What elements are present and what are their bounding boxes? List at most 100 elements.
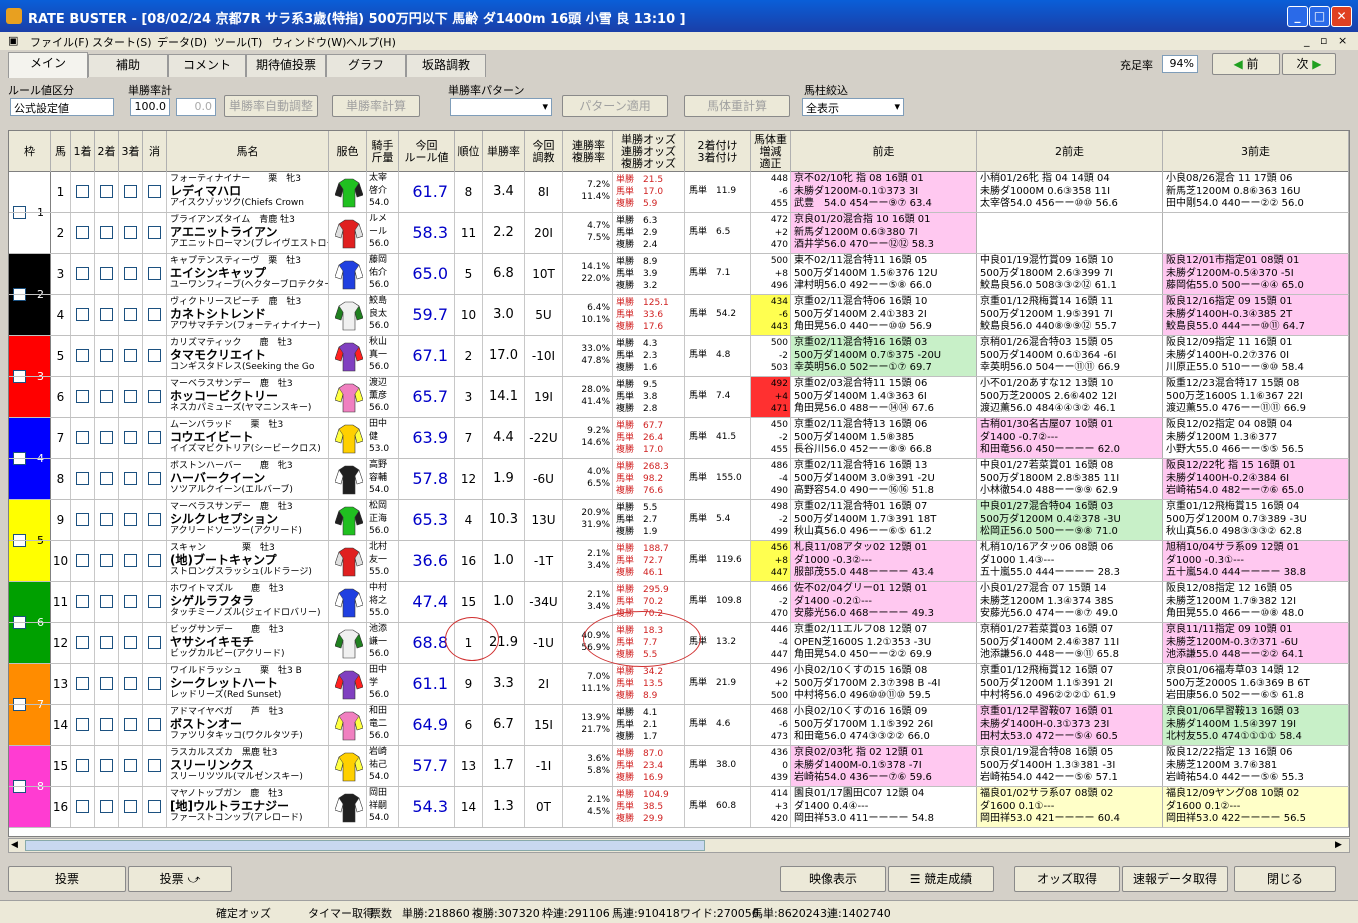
get-flash-data-button[interactable]: 速報データ取得 [1122, 866, 1228, 892]
winrate-input-2[interactable]: 0.0 [176, 98, 216, 116]
table-row[interactable]: 2 ブライアンズタイム 青鹿 牡3 アエニットライアン アエニットローマン(ブレイヴエ… [9, 213, 1349, 254]
first-place-checkbox[interactable] [76, 267, 89, 280]
header-cell[interactable]: 2前走 [977, 131, 1163, 172]
exclude-checkbox[interactable] [148, 308, 161, 321]
table-row[interactable]: 14 アドマイヤベガ 芦 牡3 ボストンオー ファツリタキッコ(ワクルタツチ) 和田 竜… [9, 705, 1349, 746]
third-place-checkbox[interactable] [124, 800, 137, 813]
table-row[interactable]: 13 ワイルドラッシュ 栗 牡3 B シークレットハート レッドリーズ(Red Sun… [9, 664, 1349, 705]
menu-window[interactable]: ウィンドウ(W) [272, 34, 346, 50]
previous-race-3[interactable]: 旭稍10/04サラ系09 12頭 01 ダ1000 -0.3①--- 五十嵐54… [1163, 541, 1349, 581]
first-place-checkbox[interactable] [76, 636, 89, 649]
previous-race-3[interactable]: 阪良12/09指定 11 16頭 01 未勝ダ1400H-0.2⑦376 0I … [1163, 336, 1349, 376]
header-cell[interactable]: 3前走 [1163, 131, 1349, 172]
previous-race-3[interactable]: 京重01/12飛梅賞15 16頭 04 500万ダ1200M 0.7③389 -… [1163, 500, 1349, 540]
previous-race-2[interactable]: 札稍10/16アタッ06 08頭 06 ダ1000 1.4③--- 五十嵐55.… [977, 541, 1163, 581]
exclude-checkbox[interactable] [148, 349, 161, 362]
first-place-checkbox[interactable] [76, 226, 89, 239]
third-place-checkbox[interactable] [124, 308, 137, 321]
horse-name[interactable]: コウエイビート [170, 430, 328, 444]
table-row[interactable]: 3 キャプテンスティーヴ 栗 牡3 エイシンキャップ ユーワンフィーブ(ヘクターブロテ… [9, 254, 1349, 295]
second-place-checkbox[interactable] [100, 185, 113, 198]
table-row[interactable]: 9 マーベラスサンデー 鹿 牡3 シルクレセプション アクリードソーツー(アクリード)… [9, 500, 1349, 541]
header-cell[interactable]: 連勝率 複勝率 [565, 131, 613, 172]
previous-race-2[interactable]: 京重01/12早習鞍07 16頭 01 未勝ダ1400H-0.3①373 23I… [977, 705, 1163, 745]
vote-button[interactable]: 投票 [8, 866, 126, 892]
third-place-checkbox[interactable] [124, 513, 137, 526]
race-results-button[interactable]: ☰ 競走成績 [888, 866, 994, 892]
previous-race-1[interactable]: 京重02/11混合特16 16頭 13 500万ダ1400M 3.0⑨391 -… [791, 459, 977, 499]
previous-race-2[interactable]: 小不01/20あすな12 13頭 10 500万芝2000S 2.6⑥402 1… [977, 377, 1163, 417]
scroll-right-icon[interactable]: ▶ [1335, 840, 1347, 851]
header-cell[interactable]: 枠 [9, 131, 51, 172]
previous-race-3[interactable]: 小良08/26混合 11 17頭 06 新馬芝1200M 0.8⑥363 16U… [1163, 172, 1349, 212]
close-window-button[interactable]: ✕ [1331, 6, 1352, 27]
second-place-checkbox[interactable] [100, 472, 113, 485]
third-place-checkbox[interactable] [124, 595, 137, 608]
horse-name[interactable]: ボストンオー [170, 717, 328, 731]
previous-race-2[interactable]: 福良01/02サラ系07 08頭 02 ダ1600 0.1①--- 岡田祥53.… [977, 787, 1163, 827]
horse-name-cell[interactable]: アドマイヤベガ 芦 牡3 ボストンオー ファツリタキッコ(ワクルタツチ) [167, 705, 329, 745]
previous-race-2[interactable]: 京良01/19混合特08 16頭 05 500万ダ1400H 1.3③381 -… [977, 746, 1163, 786]
header-cell[interactable]: 2着 [95, 131, 119, 172]
previous-race-3[interactable]: 阪良12/02指定 04 08頭 04 未勝ダ1200M 1.3⑥377 小野大… [1163, 418, 1349, 458]
close-button[interactable]: 閉じる [1234, 866, 1336, 892]
header-cell[interactable]: 消 [143, 131, 167, 172]
first-place-checkbox[interactable] [76, 718, 89, 731]
mdi-minimize-icon[interactable]: _ [1304, 34, 1310, 47]
header-cell[interactable]: 単勝オッズ 連勝オッズ 複勝オッズ [613, 131, 685, 172]
previous-race-1[interactable]: 札良11/08アタッ02 12頭 01 ダ1000 -0.3②--- 服部茂55… [791, 541, 977, 581]
horse-name[interactable]: ホッコービクトリー [170, 389, 328, 403]
previous-race-1[interactable]: 京重02/03混合特11 15頭 06 500万ダ1400M 1.4③363 6… [791, 377, 977, 417]
second-place-checkbox[interactable] [100, 800, 113, 813]
third-place-checkbox[interactable] [124, 472, 137, 485]
horse-name-cell[interactable]: フォーティナイナー 栗 牝3 レディマハロ アイスクゾッツク(Chiefs Crow… [167, 172, 329, 212]
previous-race-1[interactable]: 京重02/11混合特06 16頭 10 500万ダ1400M 2.4①383 2… [791, 295, 977, 335]
previous-race-2[interactable]: 京稍01/26混合特03 15頭 05 500万ダ1400M 0.6①364 -… [977, 336, 1163, 376]
first-place-checkbox[interactable] [76, 677, 89, 690]
previous-race-2[interactable]: 京重01/12飛梅賞14 16頭 11 500万ダ1200M 1.9⑤391 7… [977, 295, 1163, 335]
third-place-checkbox[interactable] [124, 390, 137, 403]
previous-race-1[interactable]: 京重02/11混合特01 16頭 07 500万ダ1400M 1.7③391 1… [791, 500, 977, 540]
menu-tools[interactable]: ツール(T) [214, 34, 262, 50]
horse-name[interactable]: シークレットハート [170, 676, 328, 690]
previous-race-3[interactable]: 阪良12/08指定 12 16頭 05 未勝芝1200M 1.7⑨382 12I… [1163, 582, 1349, 622]
horse-name-cell[interactable]: ヴィクトリースピーチ 鹿 牡3 カネトシトレンド アワサマチテン(フォーティナイナー… [167, 295, 329, 335]
weight-calc-button[interactable]: 馬体重計算 [684, 95, 790, 117]
table-row[interactable]: 8 ボストンハーバー 鹿 牝3 ハーバークイーン ソツアルクイーン(エルバーブ) 高野 … [9, 459, 1349, 500]
horse-name[interactable]: (地)ブートキャンプ [170, 553, 328, 567]
tab-slope-training[interactable]: 坂路調教 [406, 54, 486, 77]
first-place-checkbox[interactable] [76, 185, 89, 198]
horse-name-cell[interactable]: マヤノトップガン 鹿 牡3 [地]ウルトラエナジー ファーストコンップ(アレロード) [167, 787, 329, 827]
second-place-checkbox[interactable] [100, 759, 113, 772]
exclude-checkbox[interactable] [148, 185, 161, 198]
exclude-checkbox[interactable] [148, 759, 161, 772]
second-place-checkbox[interactable] [100, 349, 113, 362]
app-menu-icon[interactable]: ▣ [8, 34, 18, 47]
previous-race-1[interactable]: 京重02/11混合特13 16頭 06 500万ダ1400M 1.5⑧385 長… [791, 418, 977, 458]
header-cell[interactable]: 2着付け 3着付け [685, 131, 751, 172]
menu-help[interactable]: ヘルプ(H) [346, 34, 396, 50]
third-place-checkbox[interactable] [124, 636, 137, 649]
winrate-input[interactable]: 100.0 [130, 98, 170, 116]
previous-race-3[interactable]: 京良01/06福寿草03 14頭 12 500万芝2000S 1.6③369 B… [1163, 664, 1349, 704]
video-button[interactable]: 映像表示 [780, 866, 886, 892]
third-place-checkbox[interactable] [124, 677, 137, 690]
second-place-checkbox[interactable] [100, 636, 113, 649]
second-place-checkbox[interactable] [100, 226, 113, 239]
first-place-checkbox[interactable] [76, 513, 89, 526]
exclude-checkbox[interactable] [148, 677, 161, 690]
horse-name-cell[interactable]: キャプテンスティーヴ 栗 牡3 エイシンキャップ ユーワンフィーブ(ヘクターブロテク… [167, 254, 329, 294]
exclude-checkbox[interactable] [148, 718, 161, 731]
previous-race-1[interactable]: 京重02/11混合特16 16頭 03 500万ダ1400M 0.7⑤375 -… [791, 336, 977, 376]
horse-name-cell[interactable]: ビッグサンデー 鹿 牡3 ヤサシイキモチ ビッグカルビー(アクリード) [167, 623, 329, 663]
menu-start[interactable]: スタート(S) [92, 34, 152, 50]
previous-race-3[interactable]: 京良01/06早習鞍13 16頭 03 未勝ダ1400M 1.5④397 19I… [1163, 705, 1349, 745]
header-cell[interactable]: 今回 ルール値 [399, 131, 455, 172]
table-row[interactable]: 4 ヴィクトリースピーチ 鹿 牡3 カネトシトレンド アワサマチテン(フォーティナイナ… [9, 295, 1349, 336]
table-row[interactable]: 16 マヤノトップガン 鹿 牡3 [地]ウルトラエナジー ファーストコンップ(アレロー… [9, 787, 1349, 828]
third-place-checkbox[interactable] [124, 349, 137, 362]
header-cell[interactable]: 1着 [71, 131, 95, 172]
horizontal-scrollbar[interactable]: ◀ ▶ [8, 838, 1350, 853]
filter-select[interactable]: 全表示 ▾ [802, 98, 904, 116]
previous-race-1[interactable]: 佐不02/04グリー01 12頭 01 ダ1400 -0.2①--- 安藤光56… [791, 582, 977, 622]
